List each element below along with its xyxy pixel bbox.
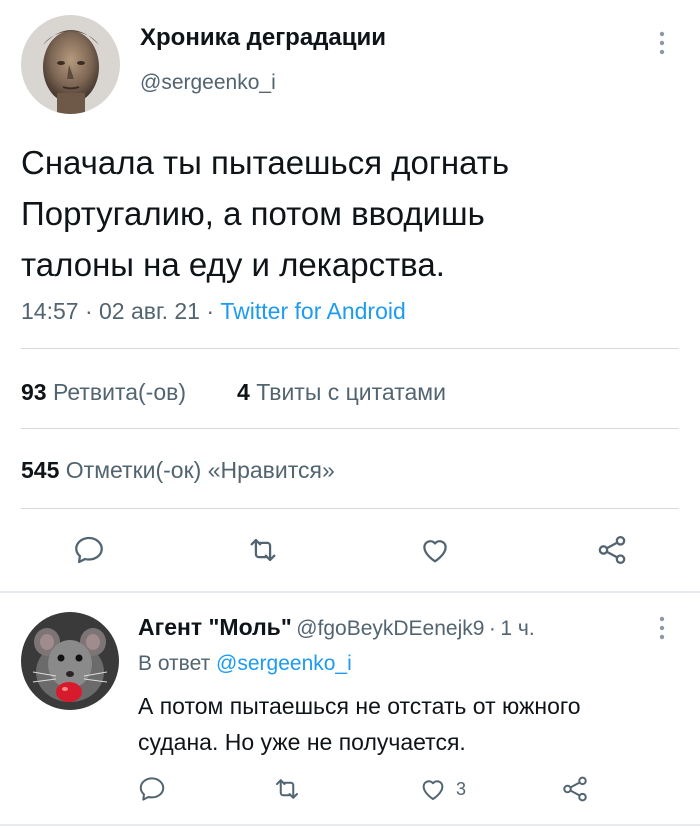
like-icon <box>418 774 448 804</box>
replying-to-mention[interactable]: @sergeenko_i <box>216 652 352 675</box>
reply-icon[interactable] <box>72 533 106 567</box>
tweet-source-link[interactable]: Twitter for Android <box>220 298 405 324</box>
tweet-date: 02 авг. 21 <box>99 298 200 324</box>
quotes-label: Твиты с цитатами <box>256 379 446 405</box>
replying-to-label: В ответ <box>138 652 211 675</box>
divider <box>21 508 679 509</box>
author-name[interactable]: Хроника деградации <box>140 24 386 52</box>
replying-to: В ответ @sergeenko_i <box>138 652 352 676</box>
tweet-text-line: Португалию, а потом вводишь <box>21 195 485 232</box>
reply-author-handle[interactable]: @fgoBeykDEenejk9 <box>296 617 484 640</box>
share-icon[interactable] <box>595 533 629 567</box>
reply-text-line: А потом пытаешься не отстать от южного <box>138 693 581 719</box>
meta-separator: · <box>488 617 496 640</box>
tweet-text-line: Сначала ты пытаешься догнать <box>21 144 510 181</box>
author-handle[interactable]: @sergeenko_i <box>140 71 276 95</box>
likes-label: Отметки(-ок) «Нравится» <box>65 457 335 483</box>
like-icon[interactable] <box>418 533 452 567</box>
tweet-time: 14:57 <box>21 298 79 324</box>
likes-count: 545 <box>21 457 60 483</box>
tweet-text-line: талоны на еду и лекарства. <box>21 246 445 283</box>
reply-text-line: судана. Но уже не получается. <box>138 729 466 755</box>
divider <box>21 428 679 429</box>
quotes-count: 4 <box>237 379 250 405</box>
share-icon[interactable] <box>560 774 590 804</box>
retweets-label: Ретвита(-ов) <box>52 379 186 405</box>
reply-like-count: 3 <box>456 778 467 799</box>
tweet-meta: 14:57 · 02 авг. 21 · Twitter for Android <box>21 298 406 325</box>
reply-header: Агент "Моль" @fgoBeykDEenejk9 · 1 ч. <box>138 614 535 641</box>
retweet-icon[interactable] <box>246 533 280 567</box>
more-vertical-icon[interactable] <box>652 30 672 56</box>
more-vertical-icon[interactable] <box>652 615 672 641</box>
reply-author-name[interactable]: Агент "Моль" <box>138 614 292 640</box>
reply-icon[interactable] <box>137 774 167 804</box>
retweets-stat[interactable]: 93 Ретвита(-ов) <box>21 379 186 406</box>
reply-text: А потом пытаешься не отстать от южного с… <box>138 688 678 760</box>
meta-separator: · <box>84 298 93 324</box>
divider <box>21 348 679 349</box>
like-button[interactable]: 3 <box>418 774 466 804</box>
tweet-text: Сначала ты пытаешься догнать Португалию,… <box>21 137 681 290</box>
quotes-stat[interactable]: 4 Твиты с цитатами <box>237 379 446 406</box>
divider <box>0 591 700 593</box>
author-avatar[interactable] <box>21 15 120 114</box>
meta-separator: · <box>206 298 215 324</box>
likes-stat[interactable]: 545 Отметки(-ок) «Нравится» <box>21 457 335 484</box>
reply-time: 1 ч. <box>500 617 535 640</box>
reply-author-avatar[interactable] <box>21 612 119 710</box>
retweets-count: 93 <box>21 379 47 405</box>
retweet-icon[interactable] <box>272 774 302 804</box>
